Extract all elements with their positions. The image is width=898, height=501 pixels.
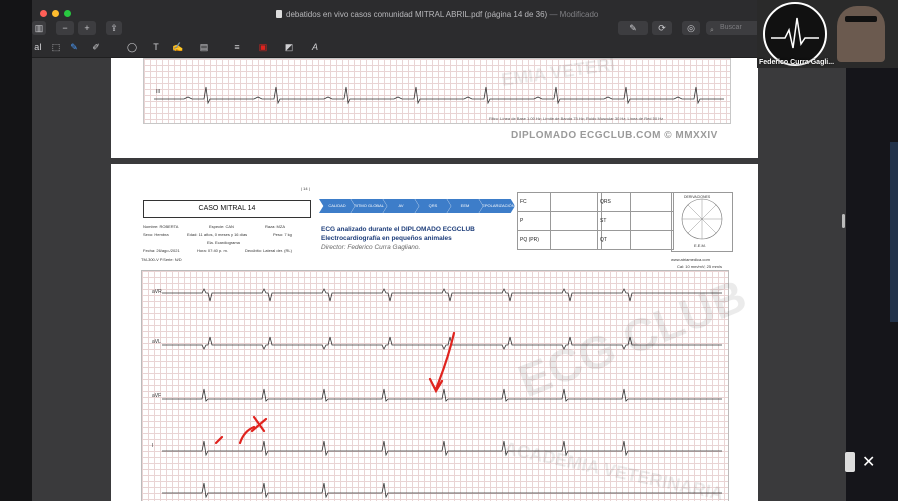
step-calidad: CALIDAD DIAGNÓSTICA — [319, 199, 355, 213]
zoom-window-button[interactable] — [64, 10, 71, 17]
red-annotations — [214, 331, 456, 445]
search-icon: ⌕ — [710, 27, 714, 34]
sign-tool[interactable]: ✍ — [170, 41, 186, 53]
video-control-icon[interactable] — [845, 452, 855, 472]
rotate-button[interactable]: ⟳ — [652, 21, 672, 35]
annotation-cross — [250, 415, 268, 433]
axis-panel: DERIVACIONES E.E.M. — [671, 192, 733, 252]
case-title: CASO MITRAL 14 — [143, 200, 311, 218]
presenter-name: Federico Curra Gagli... — [759, 59, 835, 66]
pdf-page-current: | 14 | CASO MITRAL 14 Nombre: ROBERTA Es… — [111, 164, 758, 501]
minimize-window-button[interactable] — [52, 10, 59, 17]
step-av: AV — [383, 199, 419, 213]
note-tool[interactable]: ▤ — [198, 41, 210, 53]
share-icon[interactable]: ⇪ — [106, 21, 122, 35]
zoom-out-button[interactable]: − — [56, 21, 74, 35]
desktop-left — [0, 0, 32, 501]
sidebar-toggle-icon[interactable]: ▥ — [32, 21, 46, 35]
sketch-tool[interactable]: ✎ — [68, 41, 80, 53]
ecg-trace-top — [154, 86, 724, 105]
draw-tool[interactable]: ✐ — [90, 41, 102, 53]
title-bar: debatidos en vivo casos comunidad MITRAL… — [32, 0, 846, 58]
rect-selection-tool[interactable]: ⬚ — [50, 41, 62, 53]
step-repolarizacion: REPOLARIZACIÓN — [479, 199, 515, 213]
shapes-tool[interactable]: ◯ — [124, 41, 140, 53]
academy-logo — [763, 2, 827, 66]
step-ritmo: RITMO GLOBAL — [351, 199, 387, 213]
fill-color-tool[interactable]: ◩ — [282, 41, 296, 53]
window-title: debatidos en vivo casos comunidad MITRAL… — [276, 10, 598, 19]
text-tool[interactable]: T — [150, 41, 162, 53]
line-style-tool[interactable]: ≡ — [230, 41, 244, 53]
arrow-annotation-shaft — [434, 331, 456, 391]
step-eem: EEM — [447, 199, 483, 213]
font-tool[interactable]: A — [308, 41, 322, 53]
desktop-right — [846, 62, 898, 501]
preview-window: debatidos en vivo casos comunidad MITRAL… — [32, 0, 846, 501]
diploma-footer: DIPLOMADO ECGCLUB.COM © MMXXIV — [511, 130, 718, 141]
pdf-page-previous: III Filtro: Línea de Base 1.00 Hz; Límit… — [111, 54, 758, 158]
pdf-file-icon — [276, 10, 282, 18]
close-overlay-icon[interactable]: ✕ — [862, 452, 875, 472]
annotation-mark-2 — [238, 425, 256, 445]
ecg-strip-top: III — [143, 58, 731, 124]
glasses — [845, 16, 877, 22]
annotation-mark-1 — [214, 435, 224, 445]
ecg-logo-icon — [771, 17, 819, 49]
close-window-button[interactable] — [40, 10, 47, 17]
params-right-table: QRS ST QT — [597, 192, 674, 250]
pen-tool-button[interactable]: ✎ — [618, 21, 648, 35]
webcam-overlay: Federico Curra Gagli... — [757, 0, 898, 68]
vertical-scrollbar[interactable] — [842, 214, 845, 228]
border-color-tool[interactable]: ▣ — [256, 41, 270, 53]
presenter-video — [837, 6, 885, 62]
step-qrs: QRS — [415, 199, 451, 213]
markup-toggle-button[interactable]: ◎ — [682, 21, 700, 35]
ecg-strip-main: aVR aVL aVF I ECG CLUB ACADEMIA VETERINA… — [141, 269, 753, 501]
zoom-in-button[interactable]: + — [78, 21, 96, 35]
text-selection-tool[interactable]: aI — [32, 41, 44, 53]
params-left-table: FC P PQ (PR) — [517, 192, 602, 250]
